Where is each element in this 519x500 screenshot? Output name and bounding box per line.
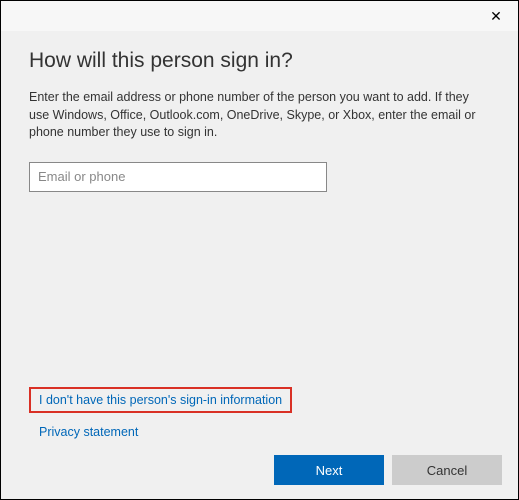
dialog-description: Enter the email address or phone number … (29, 89, 479, 142)
links-area: I don't have this person's sign-in infor… (29, 387, 292, 439)
dialog-heading: How will this person sign in? (29, 49, 490, 73)
cancel-button[interactable]: Cancel (392, 455, 502, 485)
dialog-footer: Next Cancel (274, 455, 502, 485)
dialog-content: How will this person sign in? Enter the … (1, 31, 518, 499)
privacy-statement-link[interactable]: Privacy statement (39, 425, 292, 439)
close-icon: ✕ (490, 8, 502, 25)
email-phone-input[interactable] (29, 162, 327, 192)
no-signin-info-link[interactable]: I don't have this person's sign-in infor… (39, 393, 282, 407)
highlighted-link-box: I don't have this person's sign-in infor… (29, 387, 292, 413)
titlebar: ✕ (1, 1, 518, 31)
close-button[interactable]: ✕ (488, 8, 504, 24)
account-signin-dialog: ✕ How will this person sign in? Enter th… (1, 1, 518, 499)
next-button[interactable]: Next (274, 455, 384, 485)
